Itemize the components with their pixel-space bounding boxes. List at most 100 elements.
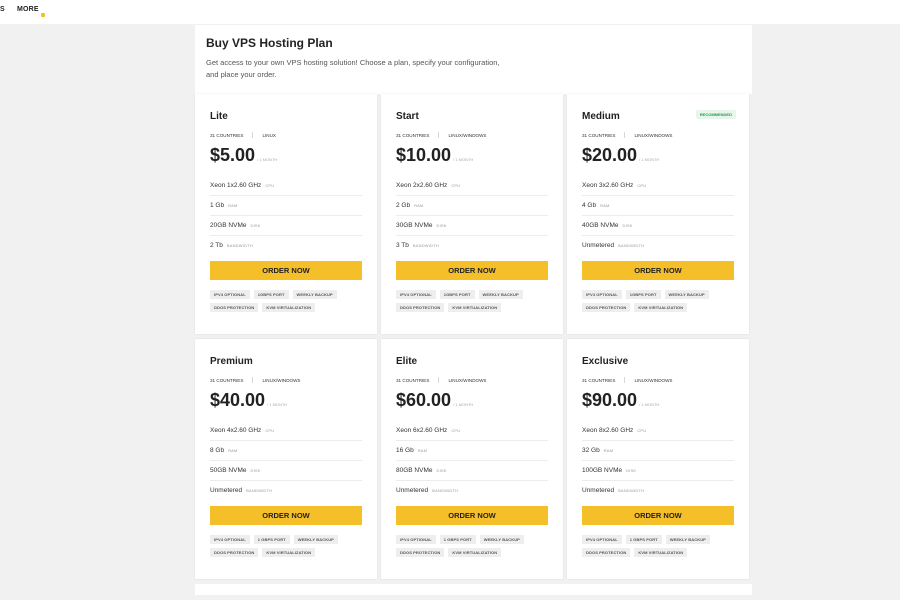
spec-ram: 4 Gb RAM xyxy=(582,196,734,216)
spec-ram-unit: RAM xyxy=(600,203,610,208)
order-now-button[interactable]: ORDER NOW xyxy=(396,506,548,525)
plan-meta: 31 COUNTRIES LINUX xyxy=(210,132,276,138)
feature-tag: WEEKLY BACKUP xyxy=(479,535,524,544)
feature-tag: 1 GBPS PORT xyxy=(253,535,290,544)
plan-os: LINUX/WINDOWS xyxy=(634,133,673,138)
spec-disk-unit: DISK xyxy=(436,223,447,228)
spec-disk: 20GB NVMe DISK xyxy=(210,216,362,236)
feature-tag: IPV4 OPTIONAL xyxy=(582,290,622,299)
spec-bandwidth-unit: BANDWIDTH xyxy=(412,243,439,248)
spec-disk: 30GB NVMe DISK xyxy=(396,216,548,236)
plan-price-row: $20.00/ 1 MONTH xyxy=(582,145,659,166)
spec-disk-value: 40GB NVMe xyxy=(582,222,619,229)
plan-card-start: Start 31 COUNTRIES LINUX/WINDOWS $10.00/ … xyxy=(381,94,563,334)
spec-cpu-unit: CPU xyxy=(451,428,461,433)
plan-os: LINUX/WINDOWS xyxy=(634,378,673,383)
spec-bandwidth: 2 Tb BANDWIDTH xyxy=(210,236,362,256)
plan-os: LINUX xyxy=(262,133,276,138)
order-now-button[interactable]: ORDER NOW xyxy=(582,261,734,280)
plan-grid: Lite 31 COUNTRIES LINUX $5.00/ 1 MONTH Xe… xyxy=(195,94,752,584)
spec-ram-unit: RAM xyxy=(228,203,238,208)
feature-tag: 1GBPS PORT xyxy=(625,290,661,299)
feature-tags: IPV4 OPTIONAL 1 GBPS PORT WEEKLY BACKUP DDO… xyxy=(582,535,737,561)
plan-countries: 31 COUNTRIES xyxy=(210,378,244,383)
spec-disk-value: 50GB NVMe xyxy=(210,467,247,474)
spec-disk: 40GB NVMe DISK xyxy=(582,216,734,236)
feature-tag: WEEKLY BACKUP xyxy=(292,290,337,299)
spec-bandwidth: Unmetered BANDWIDTH xyxy=(582,481,734,501)
plan-price: $40.00 xyxy=(210,390,266,410)
chevron-down-icon[interactable] xyxy=(41,13,45,17)
divider xyxy=(252,132,254,138)
plan-meta: 31 COUNTRIES LINUX/WINDOWS xyxy=(396,377,486,383)
feature-tag: IPV4 OPTIONAL xyxy=(396,290,436,299)
spec-cpu-value: Xeon 2x2.60 GHz xyxy=(396,182,448,189)
feature-tag: KVM VIRTUALIZATION xyxy=(448,303,502,312)
divider xyxy=(438,377,440,383)
divider xyxy=(624,132,626,138)
feature-tag: WEEKLY BACKUP xyxy=(665,535,710,544)
feature-tag: KVM VIRTUALIZATION xyxy=(262,303,316,312)
spec-cpu: Xeon 1x2.60 GHz CPU xyxy=(210,176,362,196)
order-now-button[interactable]: ORDER NOW xyxy=(582,506,734,525)
plan-name: Start xyxy=(396,111,419,122)
plan-card-medium: Medium RECOMMENDED 31 COUNTRIES LINUX/WIN… xyxy=(567,94,749,334)
spec-bandwidth: 3 Tb BANDWIDTH xyxy=(396,236,548,256)
feature-tag: DDOS PROTECTION xyxy=(396,303,445,312)
order-now-button[interactable]: ORDER NOW xyxy=(210,506,362,525)
spec-ram-value: 1 Gb xyxy=(210,202,225,209)
feature-tag: KVM VIRTUALIZATION xyxy=(634,548,688,557)
feature-tag: 1GBPS PORT xyxy=(439,290,475,299)
spec-cpu-unit: CPU xyxy=(637,183,647,188)
plan-price: $20.00 xyxy=(582,145,638,165)
plan-period: / 1 MONTH xyxy=(453,157,474,162)
divider xyxy=(252,377,254,383)
page-title: Buy VPS Hosting Plan xyxy=(206,36,333,50)
nav-item-partial[interactable]: S xyxy=(0,6,5,13)
plan-meta: 31 COUNTRIES LINUX/WINDOWS xyxy=(210,377,300,383)
divider xyxy=(438,132,440,138)
spec-bandwidth-value: Unmetered xyxy=(582,242,615,249)
spec-disk-unit: DISK xyxy=(436,468,447,473)
plan-card-elite: Elite 31 COUNTRIES LINUX/WINDOWS $60.00/ … xyxy=(381,339,563,579)
spec-bandwidth-unit: BANDWIDTH xyxy=(226,243,253,248)
plan-price-row: $90.00/ 1 MONTH xyxy=(582,390,659,411)
order-now-button[interactable]: ORDER NOW xyxy=(210,261,362,280)
feature-tag: IPV4 OPTIONAL xyxy=(582,535,622,544)
spec-disk-unit: DISK xyxy=(626,468,637,473)
feature-tags: IPV4 OPTIONAL 1 GBPS PORT WEEKLY BACKUP DDO… xyxy=(210,535,365,561)
spec-ram-unit: RAM xyxy=(417,448,428,453)
spec-ram-unit: RAM xyxy=(414,203,424,208)
plan-card-lite: Lite 31 COUNTRIES LINUX $5.00/ 1 MONTH Xe… xyxy=(195,94,377,334)
spec-cpu: Xeon 4x2.60 GHz CPU xyxy=(210,421,362,441)
spec-cpu: Xeon 2x2.60 GHz CPU xyxy=(396,176,548,196)
plan-countries: 31 COUNTRIES xyxy=(210,133,244,138)
plan-price-row: $40.00/ 1 MONTH xyxy=(210,390,287,411)
feature-tag: IPV4 OPTIONAL xyxy=(396,535,436,544)
spec-bandwidth-unit: BANDWIDTH xyxy=(618,488,645,493)
main-panel: Buy VPS Hosting Plan Get access to your … xyxy=(195,25,752,595)
spec-cpu-value: Xeon 8x2.60 GHz xyxy=(582,427,634,434)
plan-price: $10.00 xyxy=(396,145,452,165)
feature-tag: 1GBPS PORT xyxy=(253,290,289,299)
plan-name: Exclusive xyxy=(582,356,629,367)
spec-ram-value: 16 Gb xyxy=(396,447,414,454)
plan-name: Medium xyxy=(582,111,620,122)
spec-ram-unit: RAM xyxy=(603,448,614,453)
spec-cpu: Xeon 3x2.60 GHz CPU xyxy=(582,176,734,196)
order-now-button[interactable]: ORDER NOW xyxy=(396,261,548,280)
spec-cpu-value: Xeon 1x2.60 GHz xyxy=(210,182,262,189)
plan-price-row: $10.00/ 1 MONTH xyxy=(396,145,473,166)
plan-countries: 31 COUNTRIES xyxy=(582,133,616,138)
feature-tag: WEEKLY BACKUP xyxy=(478,290,523,299)
nav-more-link[interactable]: MORE xyxy=(17,6,39,13)
feature-tag: DDOS PROTECTION xyxy=(210,303,259,312)
spec-ram: 32 Gb RAM xyxy=(582,441,734,461)
spec-disk: 50GB NVMe DISK xyxy=(210,461,362,481)
plan-name: Elite xyxy=(396,356,418,367)
spec-ram: 1 Gb RAM xyxy=(210,196,362,216)
spec-cpu-value: Xeon 6x2.60 GHz xyxy=(396,427,448,434)
spec-bandwidth: Unmetered BANDWIDTH xyxy=(396,481,548,501)
spec-cpu: Xeon 8x2.60 GHz CPU xyxy=(582,421,734,441)
plan-period: / 1 MONTH xyxy=(453,402,474,407)
